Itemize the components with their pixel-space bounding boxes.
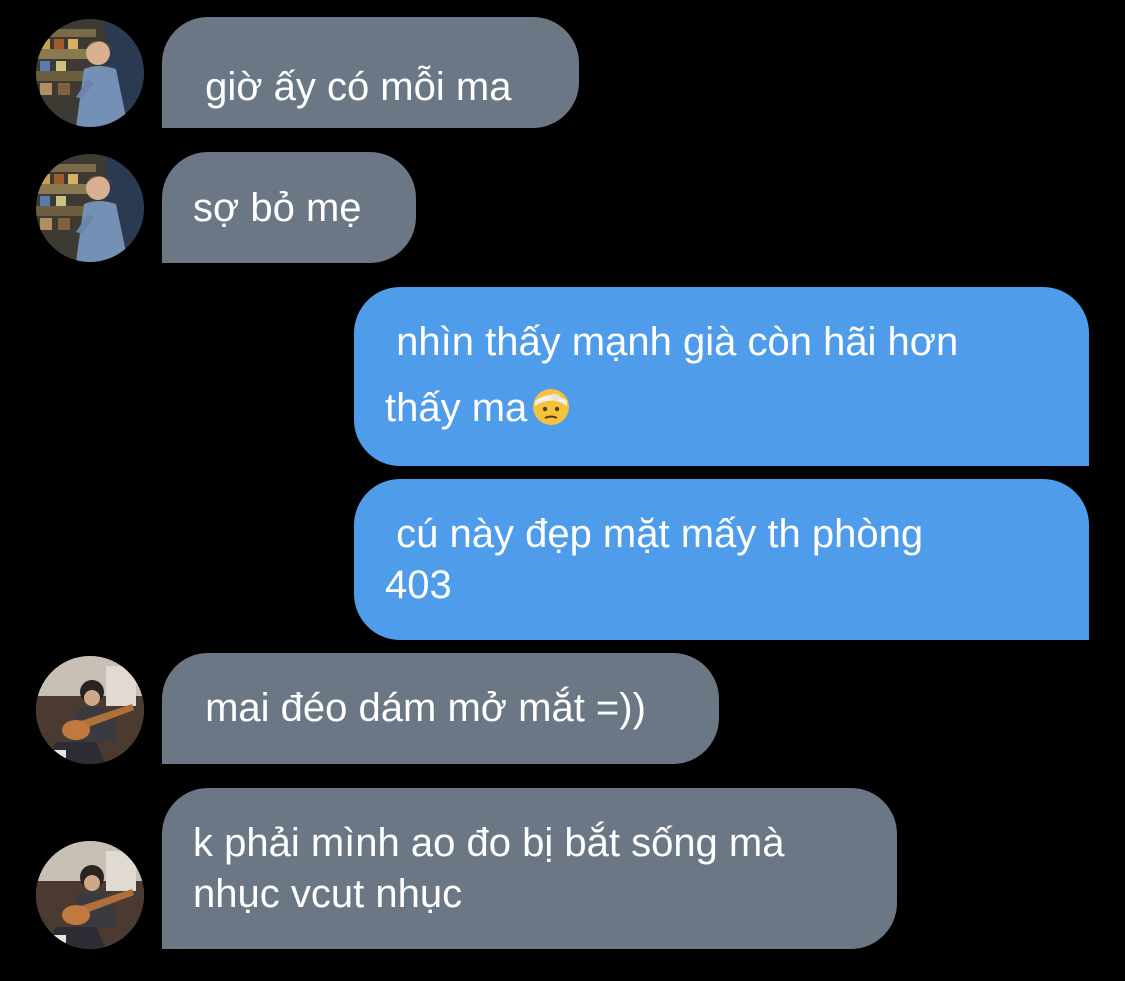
avatar[interactable] — [36, 19, 144, 127]
message-text: 403 — [385, 563, 452, 607]
avatar[interactable] — [36, 154, 144, 262]
message-text: sợ bỏ mẹ — [193, 186, 362, 230]
message-text: k phải mình ao đo bị bắt sống mà — [193, 821, 785, 865]
message-bubble-sent[interactable]: nhìn thấy mạnh già còn hãi hơn thấy ma — [354, 287, 1089, 466]
message-text: nhục vcut nhục — [193, 872, 463, 916]
message-bubble-sent[interactable]: cú này đẹp mặt mấy th phòng 403 — [354, 479, 1089, 640]
avatar-guitar-photo-icon — [36, 841, 144, 949]
message-bubble-received[interactable]: giờ ấy có mỗi ma — [162, 17, 579, 128]
message-bubble-received[interactable]: mai đéo dám mở mắt =)) — [162, 653, 719, 764]
message-text: giờ ấy có mỗi ma — [194, 65, 512, 109]
avatar[interactable] — [36, 841, 144, 949]
avatar-store-photo-icon — [36, 154, 144, 262]
message-text: cú này đẹp mặt mấy th phòng — [385, 512, 924, 556]
message-bubble-received[interactable]: sợ bỏ mẹ — [162, 152, 416, 263]
message-text: nhìn thấy mạnh già còn hãi hơn — [385, 320, 959, 364]
avatar[interactable] — [36, 656, 144, 764]
avatar-guitar-photo-icon — [36, 656, 144, 764]
message-text: mai đéo dám mở mắt =)) — [194, 686, 646, 730]
message-text-line-2: thấy ma — [385, 383, 571, 433]
message-bubble-received[interactable]: k phải mình ao đo bị bắt sống mà nhục vc… — [162, 788, 897, 949]
avatar-store-photo-icon — [36, 19, 144, 127]
message-text: thấy ma — [385, 386, 528, 430]
face-with-head-bandage-emoji — [533, 389, 570, 425]
